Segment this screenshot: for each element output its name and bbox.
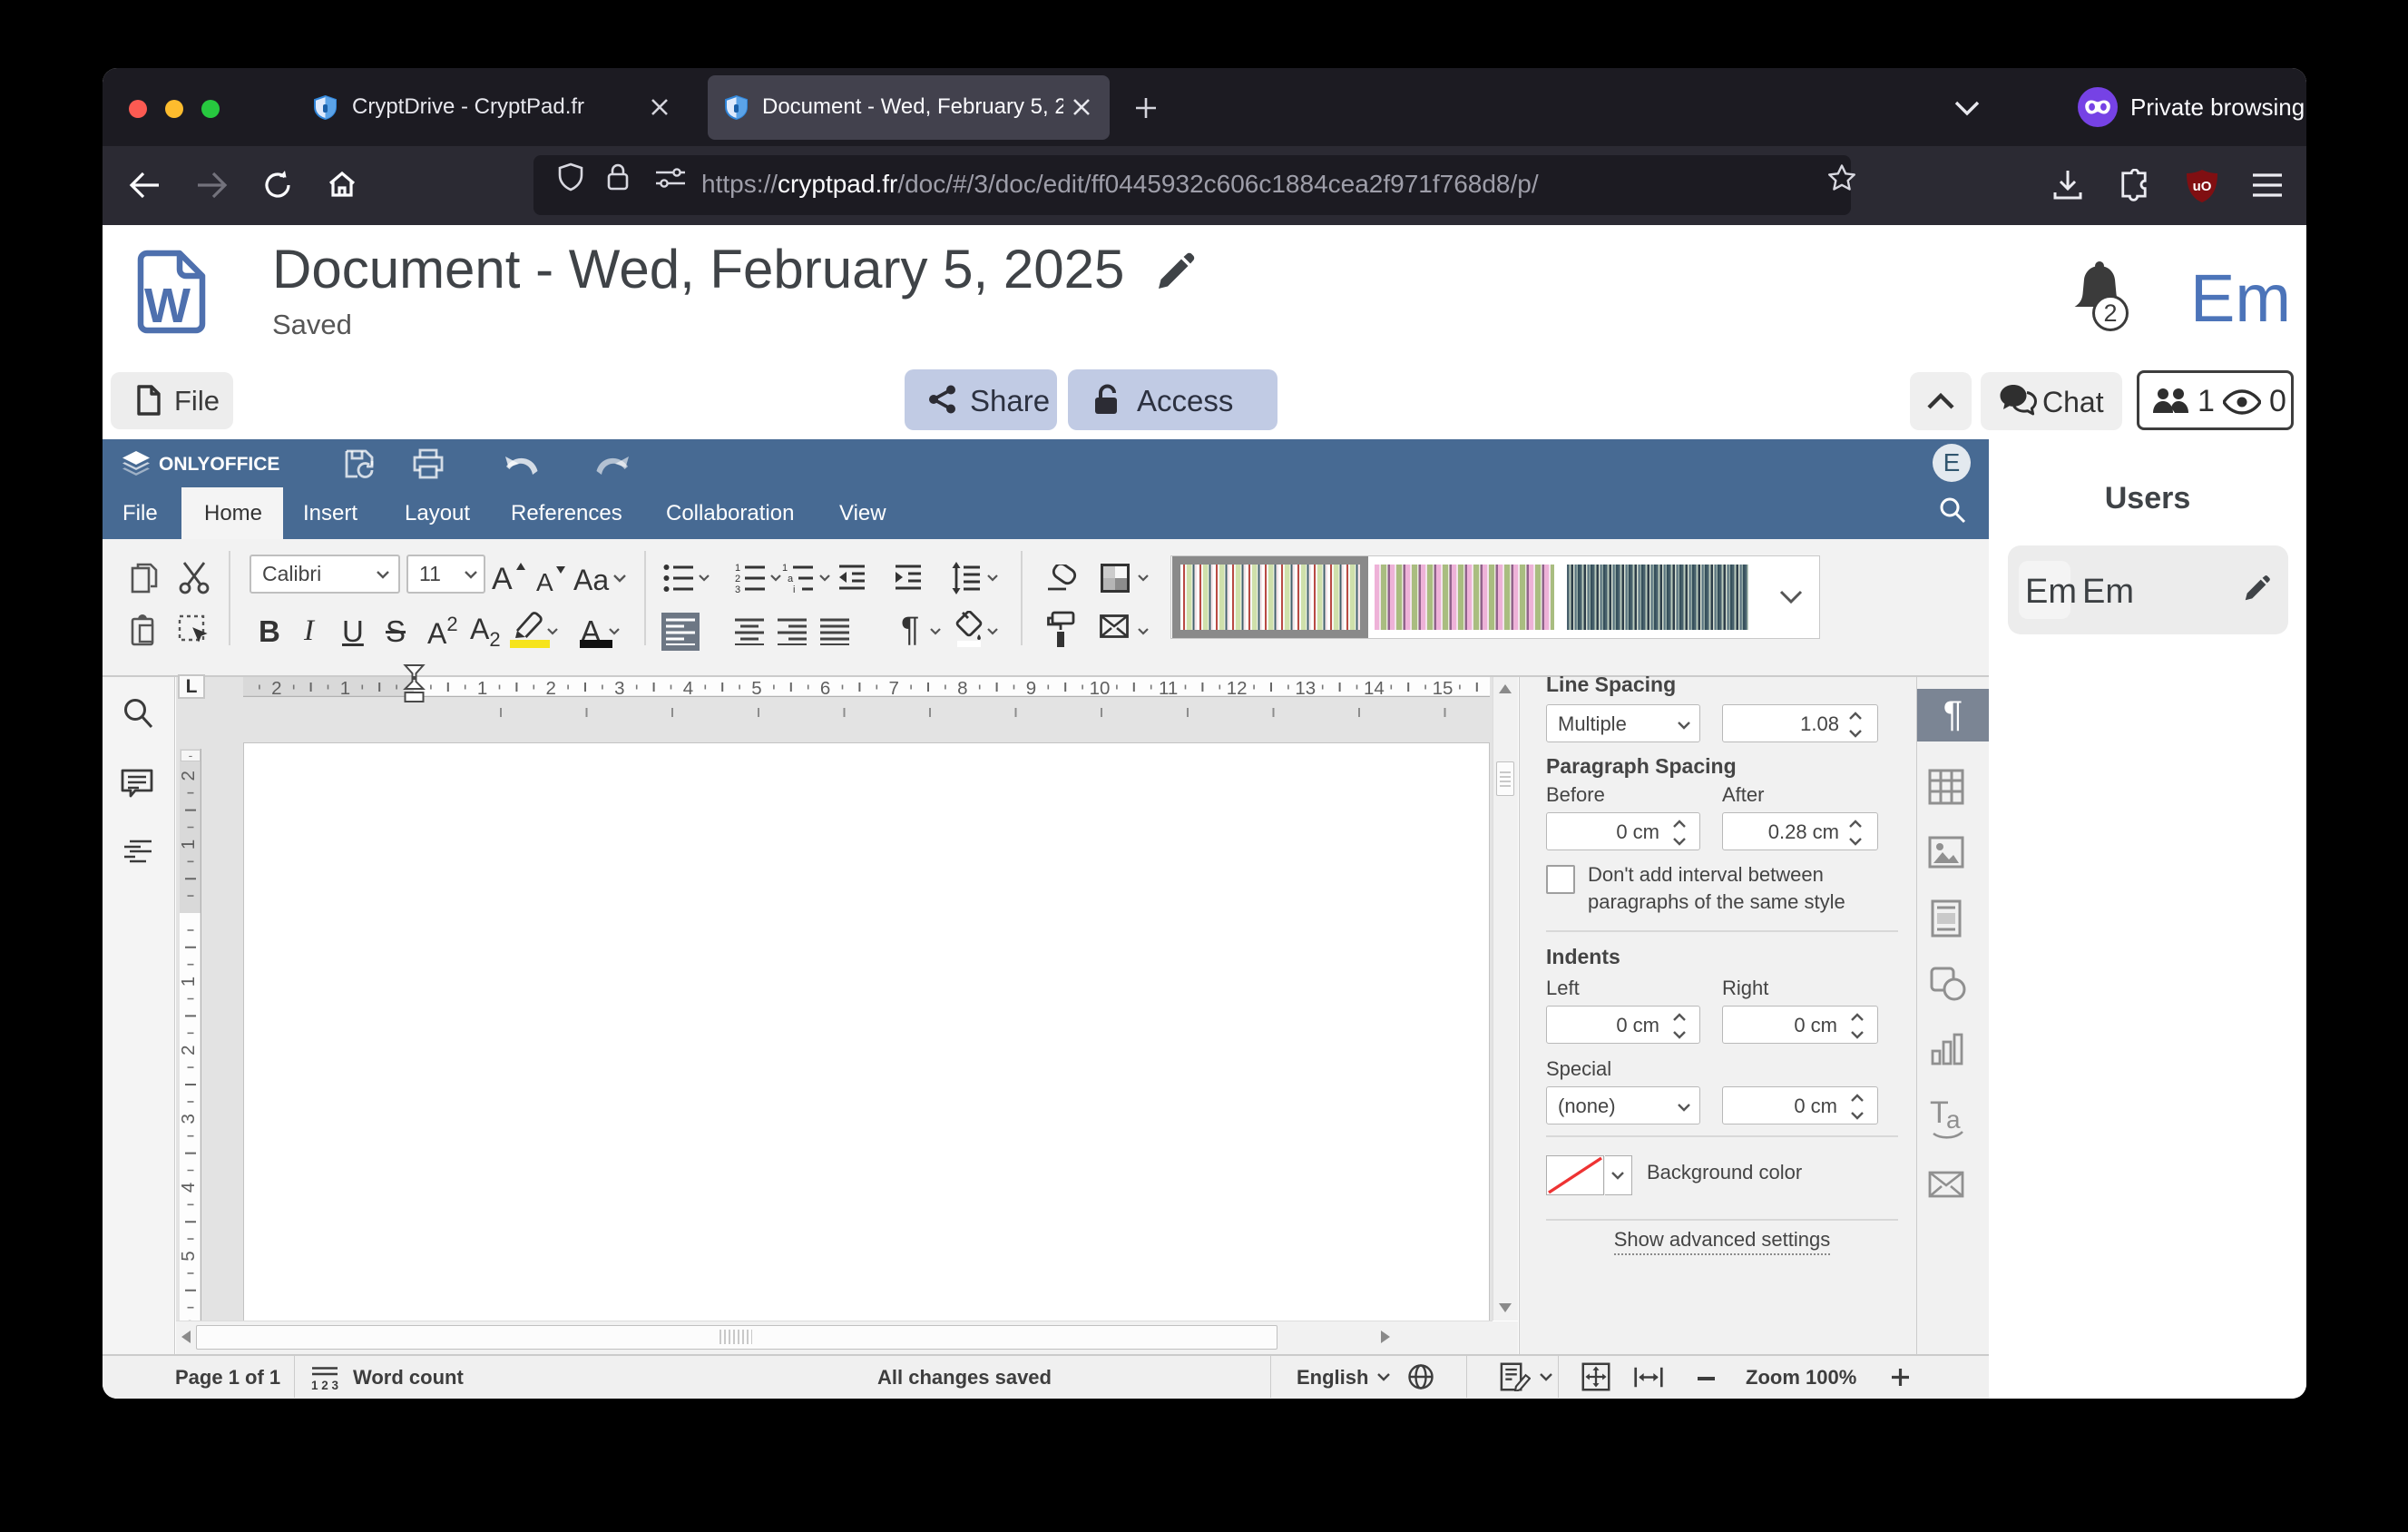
svg-text:1: 1 (477, 678, 487, 697)
svg-text:11: 11 (1159, 678, 1178, 697)
svg-text:15: 15 (1433, 678, 1454, 697)
svg-text:3: 3 (614, 678, 624, 697)
svg-text:2: 2 (271, 678, 281, 697)
svg-text:2: 2 (180, 771, 199, 781)
svg-text:6: 6 (820, 678, 830, 697)
svg-text:4: 4 (683, 678, 693, 697)
svg-text:9: 9 (1026, 678, 1036, 697)
svg-text:5: 5 (751, 678, 761, 697)
svg-text:1: 1 (782, 563, 788, 574)
svg-text:1: 1 (735, 563, 740, 574)
svg-text:2: 2 (735, 574, 740, 584)
svg-text:1 2 3: 1 2 3 (311, 1379, 338, 1391)
svg-text:3: 3 (735, 584, 740, 594)
svg-text:5: 5 (180, 1251, 199, 1261)
svg-text:1: 1 (180, 840, 199, 849)
svg-text:7: 7 (888, 678, 898, 697)
svg-text:10: 10 (1090, 678, 1111, 697)
svg-text:12: 12 (1227, 678, 1248, 697)
svg-text:W: W (144, 279, 191, 333)
svg-text:i: i (793, 584, 795, 594)
svg-text:1: 1 (180, 977, 199, 987)
svg-text:2: 2 (180, 1045, 199, 1055)
svg-text:1: 1 (340, 678, 350, 697)
svg-text:2: 2 (545, 678, 555, 697)
svg-text:4: 4 (180, 1183, 199, 1193)
svg-text:3: 3 (180, 1114, 199, 1124)
svg-text:8: 8 (957, 678, 967, 697)
svg-text:14: 14 (1364, 678, 1385, 697)
svg-text:a: a (1946, 1105, 1961, 1134)
svg-text:a: a (788, 574, 794, 584)
svg-text:13: 13 (1295, 678, 1316, 697)
